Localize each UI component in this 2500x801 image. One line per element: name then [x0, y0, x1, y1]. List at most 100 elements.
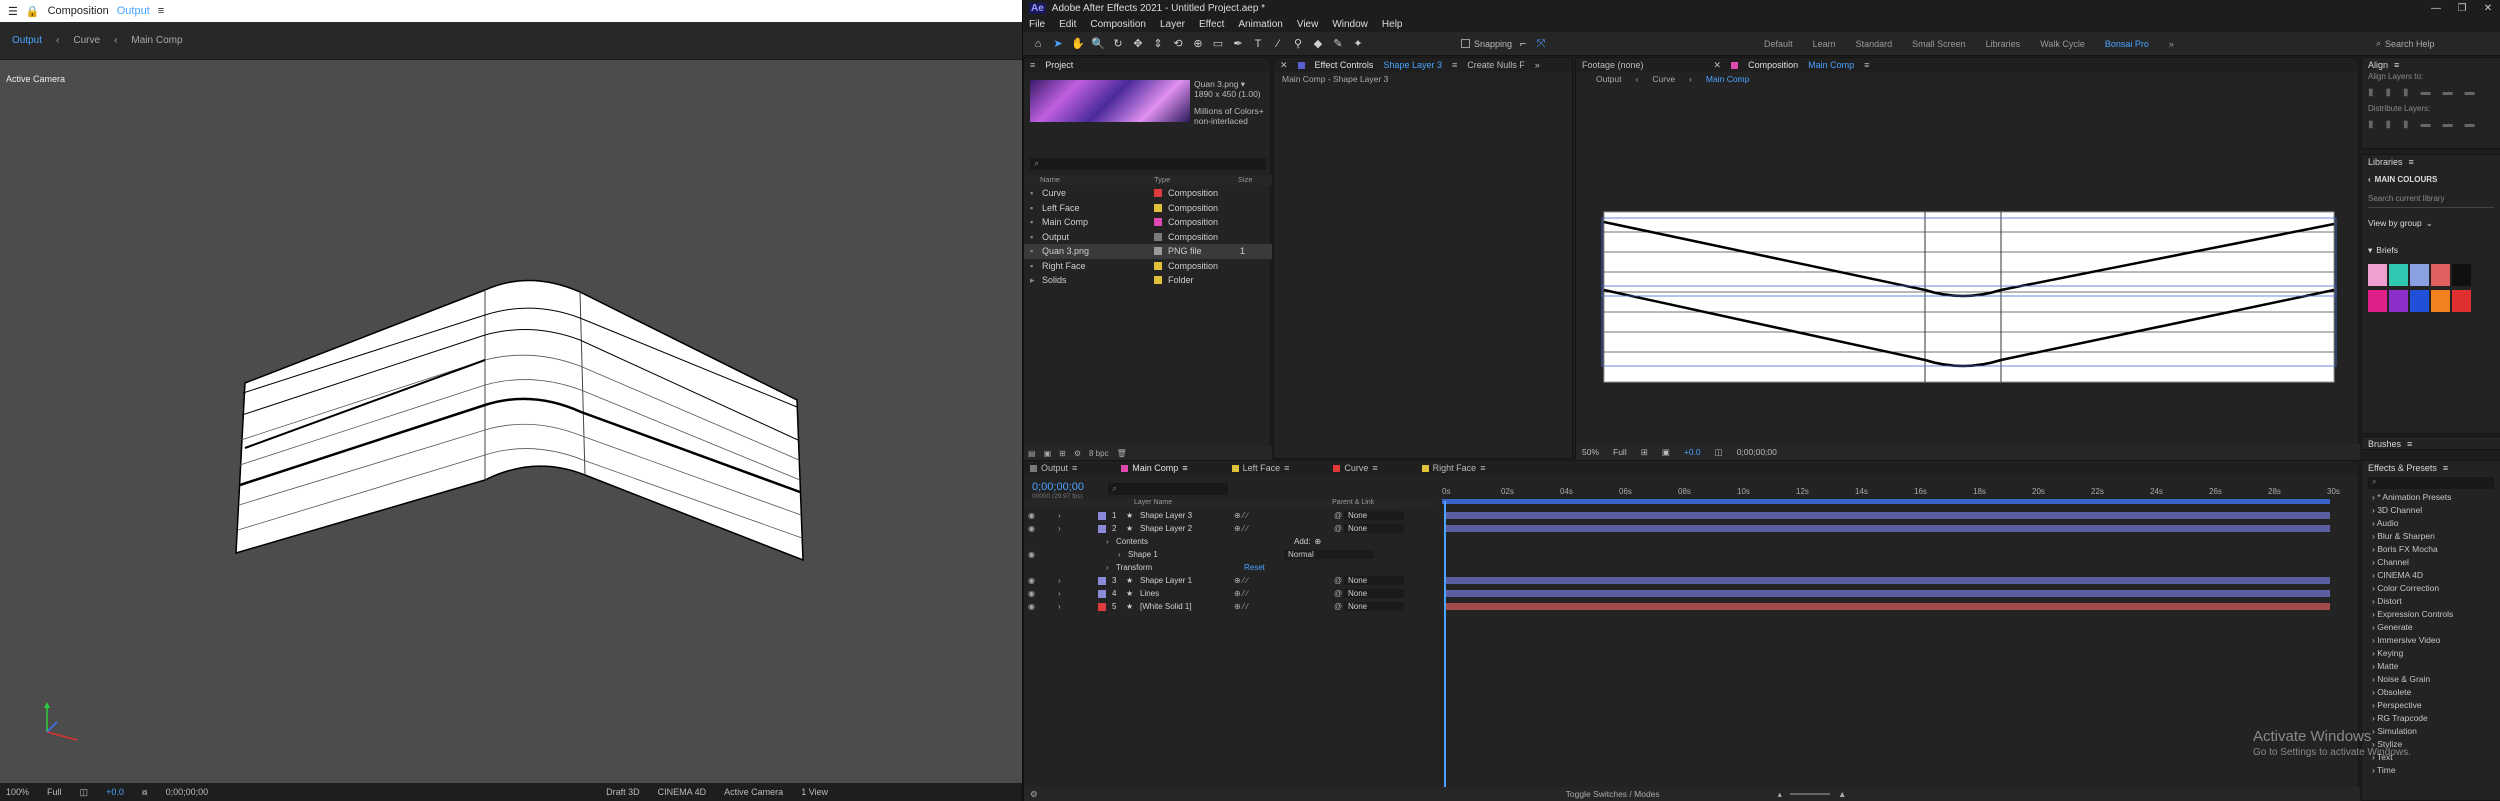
color-swatch[interactable] — [2389, 264, 2408, 286]
camera-icon[interactable]: ⧇ — [142, 787, 148, 798]
hamburger-icon[interactable]: ☰ — [8, 5, 18, 18]
layer-duration-bar[interactable] — [1444, 577, 2330, 584]
align-buttons[interactable]: ▮ ▮ ▮ ▬ ▬ ▬ — [2362, 81, 2500, 104]
comp-resolution[interactable]: Full — [1613, 447, 1627, 457]
property-group-name[interactable]: Shape 1 — [1128, 550, 1218, 559]
timeline-layer-row[interactable]: ◉ › 5 ★ [White Solid 1] ⊕ ⁄ ∕ @ None — [1024, 600, 2360, 613]
layer-name[interactable]: [White Solid 1] — [1134, 602, 1234, 611]
layer-duration-bar[interactable] — [1444, 512, 2330, 519]
color-swatch[interactable] — [2431, 264, 2450, 286]
effects-category[interactable]: › Immersive Video — [2362, 634, 2500, 647]
timeline-layer-row[interactable]: › Transform Reset — [1024, 561, 2360, 574]
lock-icon[interactable]: 🔒 — [26, 5, 40, 18]
timeline-search-input[interactable]: ⌕ — [1108, 483, 1228, 495]
panel-menu-icon[interactable]: ≡ — [1030, 60, 1035, 70]
timeline-tab[interactable]: Output ≡ — [1030, 463, 1077, 473]
effects-presets-tab[interactable]: Effects & Presets — [2368, 463, 2437, 473]
col-name[interactable]: Name — [1024, 175, 1154, 185]
camera-view-select[interactable]: Active Camera — [724, 787, 783, 797]
type-tool-icon[interactable]: T — [1251, 37, 1265, 51]
menu-window[interactable]: Window — [1332, 19, 1368, 30]
panel-menu-icon[interactable]: ≡ — [2443, 463, 2448, 473]
footage-tab[interactable]: Footage (none) — [1582, 60, 1644, 70]
comp-nav-output[interactable]: Output — [1596, 74, 1622, 84]
effects-category[interactable]: › Generate — [2362, 621, 2500, 634]
dolly-tool-icon[interactable]: ⇕ — [1151, 37, 1165, 51]
effects-category[interactable]: › Color Correction — [2362, 582, 2500, 595]
label-color-swatch[interactable] — [1154, 203, 1162, 212]
exposure-value[interactable]: +0.0 — [106, 787, 124, 797]
mask-icon[interactable]: ▣ — [1662, 447, 1670, 458]
timeline-layer-row[interactable]: ◉ › Shape 1 Normal — [1024, 548, 2360, 561]
project-item[interactable]: ▪ Output Composition — [1024, 230, 1272, 245]
grid-icon[interactable]: ⊞ — [1641, 447, 1648, 458]
panel-menu-icon[interactable]: ≡ — [1072, 463, 1077, 473]
panel-menu-icon[interactable]: ≡ — [1372, 463, 1377, 473]
snap-options-icon[interactable]: ⤧ — [1534, 37, 1548, 51]
color-swatch[interactable] — [2431, 290, 2450, 312]
project-search-input[interactable]: ⌕ — [1030, 158, 1266, 170]
expand-arrow-icon[interactable]: › — [1058, 602, 1098, 611]
workspace-small-screen[interactable]: Small Screen — [1912, 39, 1966, 49]
comp-tab-main-comp[interactable]: Main Comp — [131, 35, 182, 46]
brushes-tab[interactable]: Brushes — [2368, 439, 2401, 449]
align-tab[interactable]: Align — [2368, 60, 2388, 70]
effects-category[interactable]: › Audio — [2362, 517, 2500, 530]
eye-icon[interactable]: ◉ — [1024, 589, 1035, 598]
effects-category[interactable]: › Blur & Sharpen — [2362, 530, 2500, 543]
eraser-tool-icon[interactable]: ◆ — [1311, 37, 1325, 51]
effects-category[interactable]: › Noise & Grain — [2362, 673, 2500, 686]
workspace-libraries[interactable]: Libraries — [1986, 39, 2021, 49]
comp-tab-output[interactable]: Output — [12, 35, 42, 46]
timeline-tab[interactable]: Right Face ≡ — [1421, 463, 1485, 473]
color-swatch[interactable] — [2452, 264, 2471, 286]
layer-name[interactable]: Shape Layer 2 — [1134, 524, 1234, 533]
reset-transform-link[interactable]: Reset — [1244, 563, 1265, 572]
pan-tool-icon[interactable]: ✥ — [1131, 37, 1145, 51]
comp-nav-main-comp[interactable]: Main Comp — [1706, 74, 1749, 84]
menu-help[interactable]: Help — [1382, 19, 1403, 30]
layer-label-color[interactable] — [1098, 576, 1106, 585]
panel-menu-icon[interactable]: ≡ — [1284, 463, 1289, 473]
close-tab-icon[interactable]: ✕ — [1714, 60, 1722, 71]
roto-brush-tool-icon[interactable]: ✎ — [1331, 37, 1345, 51]
pan-behind-tool-icon[interactable]: ⊕ — [1191, 37, 1205, 51]
menu-file[interactable]: File — [1029, 19, 1045, 30]
minimize-icon[interactable]: — — [2423, 3, 2449, 14]
project-item[interactable]: ▪ Right Face Composition — [1024, 259, 1272, 274]
rotate-tool-icon[interactable]: ⟲ — [1171, 37, 1185, 51]
switches-icon[interactable]: ⊕ ⁄ ∕ — [1234, 589, 1334, 598]
effects-category[interactable]: › CINEMA 4D — [2362, 569, 2500, 582]
brush-tool-icon[interactable]: ∕ — [1271, 37, 1285, 51]
switches-icon[interactable]: ⊕ ⁄ ∕ — [1234, 602, 1334, 611]
switches-icon[interactable]: ⊕ ⁄ ∕ — [1234, 511, 1334, 520]
pickwhip-icon[interactable]: @ — [1334, 589, 1344, 598]
expand-arrow-icon[interactable]: › — [1058, 576, 1098, 585]
expand-arrow-icon[interactable]: › — [1106, 563, 1116, 572]
snapshot-icon[interactable]: ◫ — [80, 787, 89, 798]
composition-viewer[interactable]: Active Camera — [0, 60, 1022, 783]
workspace-bonsai-pro[interactable]: Bonsai Pro — [2105, 39, 2149, 49]
panel-menu-icon[interactable]: ≡ — [158, 5, 164, 17]
pickwhip-icon[interactable]: @ — [1334, 602, 1344, 611]
libraries-tab[interactable]: Libraries — [2368, 157, 2403, 167]
switches-icon[interactable]: ⊕ ⁄ ∕ — [1234, 576, 1334, 585]
timeline-layer-row[interactable]: ◉ › 1 ★ Shape Layer 3 ⊕ ⁄ ∕ @ None — [1024, 509, 2360, 522]
panel-menu-icon[interactable]: ≡ — [2407, 439, 2412, 449]
panel-menu-icon[interactable]: ≡ — [2409, 157, 2414, 167]
panel-menu-icon[interactable]: ≡ — [1452, 60, 1457, 70]
pickwhip-icon[interactable]: @ — [1334, 524, 1344, 533]
menu-edit[interactable]: Edit — [1059, 19, 1076, 30]
label-color-swatch[interactable] — [1154, 232, 1162, 241]
layer-name[interactable]: Shape Layer 1 — [1134, 576, 1234, 585]
effects-category[interactable]: › Channel — [2362, 556, 2500, 569]
layer-duration-bar[interactable] — [1444, 603, 2330, 610]
expand-arrow-icon[interactable]: › — [1058, 524, 1098, 533]
snapshot-icon[interactable]: ◫ — [1715, 447, 1723, 458]
workspace-walk-cycle[interactable]: Walk Cycle — [2040, 39, 2085, 49]
pickwhip-icon[interactable]: @ — [1334, 511, 1344, 520]
label-color-swatch[interactable] — [1154, 218, 1162, 227]
layer-duration-bar[interactable] — [1444, 590, 2330, 597]
toggle-switches-modes[interactable]: Toggle Switches / Modes — [1566, 789, 1660, 799]
parent-select[interactable]: None — [1344, 511, 1404, 520]
